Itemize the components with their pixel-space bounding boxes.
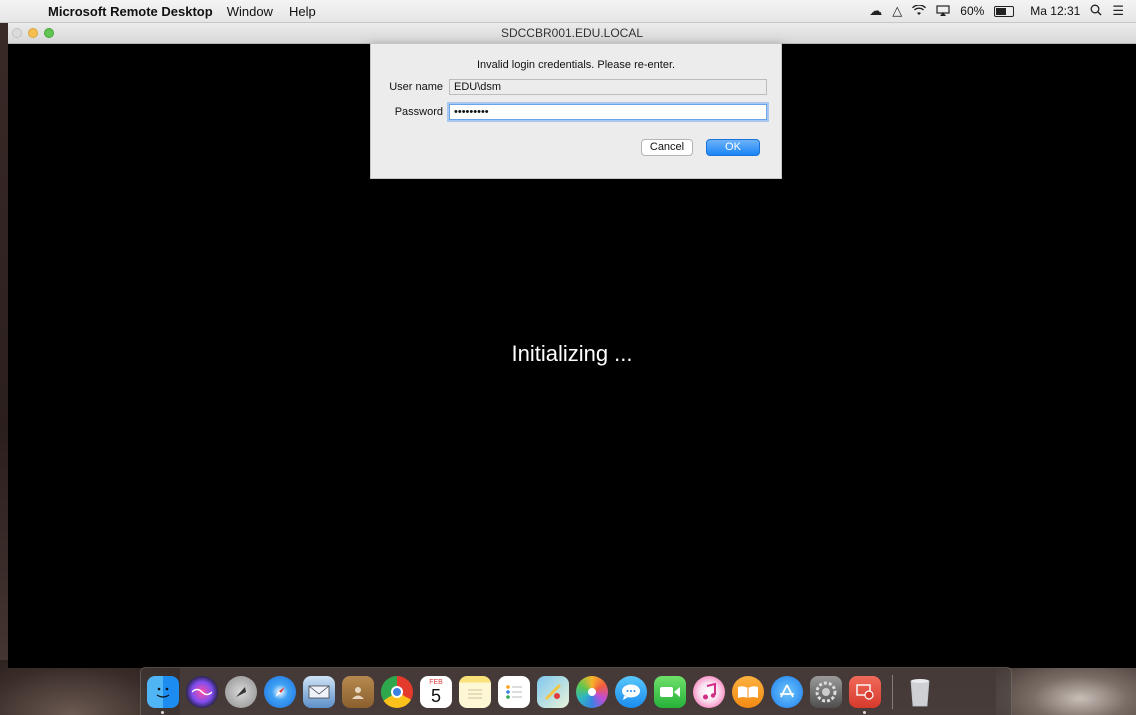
cancel-button[interactable]: Cancel — [641, 139, 693, 156]
status-text: Initializing ... — [511, 341, 633, 366]
reminders-icon[interactable] — [498, 675, 530, 708]
error-message: Invalid login credentials. Please re-ent… — [476, 59, 676, 71]
menu-window[interactable]: Window — [227, 4, 273, 19]
finder-icon[interactable] — [147, 675, 179, 714]
username-field[interactable] — [449, 79, 767, 95]
spotlight-icon[interactable] — [1090, 4, 1102, 19]
maps-icon[interactable] — [537, 675, 569, 708]
menu-help[interactable]: Help — [289, 4, 316, 19]
login-dialog: Invalid login credentials. Please re-ent… — [370, 43, 782, 179]
password-row: Password — [385, 104, 767, 120]
facetime-icon[interactable] — [654, 675, 686, 708]
itunes-icon[interactable] — [693, 675, 725, 708]
running-indicator — [161, 710, 164, 714]
airplay-icon[interactable] — [936, 4, 950, 19]
siri-icon[interactable] — [186, 675, 218, 708]
password-field[interactable] — [449, 104, 767, 120]
menu-app-name[interactable]: Microsoft Remote Desktop — [48, 4, 213, 19]
remote-desktop-icon[interactable] — [849, 675, 881, 714]
dock: FEB 5 — [140, 667, 1012, 715]
launchpad-icon[interactable] — [225, 675, 257, 708]
menu-bar: Microsoft Remote Desktop Window Help ☁ △… — [0, 0, 1136, 23]
trash-icon[interactable] — [904, 676, 936, 708]
ok-button[interactable]: OK — [706, 139, 760, 156]
drive-icon[interactable]: △ — [892, 3, 902, 19]
chrome-icon[interactable] — [381, 675, 413, 708]
battery-icon[interactable] — [994, 5, 1015, 17]
safari-icon[interactable] — [264, 675, 296, 708]
cloud-icon[interactable]: ☁ — [869, 3, 882, 19]
window-titlebar[interactable]: SDCCBR001.EDU.LOCAL — [8, 23, 1136, 44]
username-label: User name — [389, 81, 443, 93]
menu-status-area: ☁ △ 60% Ma 12:31 ☰ — [869, 0, 1124, 22]
window-title: SDCCBR001.EDU.LOCAL — [500, 26, 644, 40]
photos-icon[interactable] — [576, 675, 608, 708]
app-store-icon[interactable] — [771, 675, 803, 708]
ibooks-icon[interactable] — [732, 675, 764, 708]
wallpaper-snow-right — [996, 660, 1136, 715]
calendar-icon[interactable]: FEB 5 — [420, 675, 452, 708]
wifi-icon[interactable] — [912, 3, 927, 19]
system-preferences-icon[interactable] — [810, 675, 842, 708]
contacts-icon[interactable] — [342, 675, 374, 708]
username-row: User name — [385, 79, 767, 95]
password-label: Password — [394, 106, 443, 118]
battery-percent: 60% — [960, 4, 985, 18]
running-indicator — [863, 710, 866, 714]
notes-icon[interactable] — [459, 675, 491, 708]
notification-center-icon[interactable]: ☰ — [1112, 3, 1124, 19]
dock-separator — [892, 674, 893, 709]
calendar-day: 5 — [430, 685, 441, 706]
mail-icon[interactable] — [303, 675, 335, 708]
menu-clock[interactable]: Ma 12:31 — [1030, 4, 1080, 18]
messages-icon[interactable] — [615, 675, 647, 708]
remote-desktop-window: SDCCBR001.EDU.LOCAL Initializing ... Inv… — [8, 23, 1136, 668]
